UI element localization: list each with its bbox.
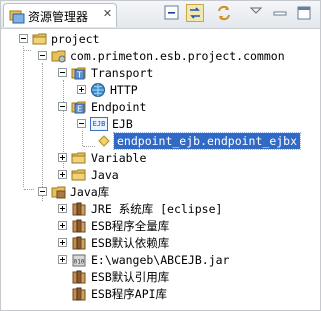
tree-item-esb-default-ref[interactable]: ESB默认引用库 [1, 269, 320, 286]
tree-label: ESB默认依赖库 [91, 236, 170, 250]
expand-toggle[interactable] [58, 221, 67, 230]
tree-item-http[interactable]: HTTP [1, 82, 320, 99]
collapse-toggle[interactable] [58, 102, 67, 111]
tree-label: EJB [112, 117, 133, 131]
tree-item-ejb[interactable]: EJB EJB [1, 116, 320, 133]
minimize-icon[interactable] [271, 4, 289, 22]
project-tree: project com.primeton.esb.project.common … [1, 29, 320, 310]
tree-label: ESB程序全量库 [91, 219, 170, 233]
link-with-editor-icon[interactable] [186, 4, 204, 22]
svg-text:T: T [76, 71, 82, 80]
tree-item-esb-api[interactable]: ESB程序API库 [1, 286, 320, 303]
tree-label: ESB程序API库 [91, 287, 168, 301]
endpoint-icon: E [71, 101, 86, 114]
close-icon[interactable]: ✕ [101, 7, 114, 20]
tree-label: E:\wangeb\ABCEJB.jar [91, 253, 230, 267]
tree-item-jre[interactable]: JRE 系统库 [eclipse] [1, 201, 320, 218]
collapse-toggle[interactable] [19, 34, 28, 43]
resource-explorer-icon [9, 10, 25, 24]
http-globe-icon [91, 83, 105, 97]
tree-item-jar[interactable]: 010 E:\wangeb\ABCEJB.jar [1, 252, 320, 269]
variable-folder-icon [71, 152, 86, 164]
tree-label: JRE 系统库 [eclipse] [91, 202, 223, 216]
tree-item-package[interactable]: com.primeton.esb.project.common [1, 48, 320, 65]
collapse-toggle[interactable] [38, 51, 47, 60]
tree-label: Endpoint [91, 100, 147, 114]
tree-label: Variable [91, 151, 147, 165]
tree-label: ESB默认引用库 [91, 270, 170, 284]
svg-text:010: 010 [74, 259, 85, 266]
tree-item-endpoint[interactable]: E Endpoint [1, 99, 320, 116]
tree-item-transport[interactable]: T Transport [1, 65, 320, 82]
tree-item-variable[interactable]: Variable [1, 150, 320, 167]
tree-label: Java库 [70, 185, 110, 199]
library-books-icon [72, 202, 86, 216]
expand-toggle[interactable] [58, 170, 67, 179]
tree-label: HTTP [110, 83, 138, 97]
collapse-toggle[interactable] [58, 68, 67, 77]
tree-item-endpoint-ejbx[interactable]: endpoint_ejb.endpoint_ejbx [1, 132, 320, 150]
view-title: 资源管理器 [28, 10, 89, 24]
tree-label: Transport [91, 66, 154, 80]
expand-toggle[interactable] [58, 238, 67, 247]
package-icon [51, 50, 66, 63]
library-books-icon [72, 287, 86, 301]
library-books-icon [72, 270, 86, 284]
project-folder-icon [32, 33, 47, 45]
svg-text:E: E [77, 105, 82, 114]
tree-label-selected: endpoint_ejb.endpoint_ejbx [112, 132, 302, 150]
tree-item-java-lib[interactable]: Java库 [1, 184, 320, 201]
maximize-icon[interactable] [295, 4, 313, 22]
collapse-toggle[interactable] [38, 187, 47, 196]
tree-item-java[interactable]: Java [1, 167, 320, 184]
expand-toggle[interactable] [58, 255, 67, 264]
tree-label: Java [91, 168, 119, 182]
view-title-bar: 资源管理器 ✕ [1, 1, 320, 29]
library-books-icon [72, 236, 86, 250]
jar-icon: 010 [72, 254, 86, 267]
tree-item-esb-default-dep[interactable]: ESB默认依赖库 [1, 235, 320, 252]
library-folder-icon [51, 186, 66, 199]
transport-icon: T [71, 67, 86, 80]
library-books-icon [72, 219, 86, 233]
tree-label: project [51, 32, 100, 46]
view-menu-icon[interactable] [247, 3, 265, 21]
diamond-icon [98, 135, 110, 147]
tree-label: com.primeton.esb.project.common [70, 49, 285, 63]
collapse-toggle[interactable] [77, 119, 86, 128]
resource-explorer-view: 资源管理器 ✕ project com.primeton.esb.project… [0, 0, 321, 311]
tree-item-project[interactable]: project [1, 31, 320, 48]
tree-item-esb-all[interactable]: ESB程序全量库 [1, 218, 320, 235]
sync-icon[interactable] [215, 4, 233, 22]
expand-toggle[interactable] [58, 204, 67, 213]
view-tab[interactable]: 资源管理器 ✕ [3, 3, 117, 27]
expand-toggle[interactable] [58, 153, 67, 162]
collapse-all-icon[interactable] [163, 4, 181, 22]
java-folder-icon [71, 169, 86, 181]
ejb-badge-icon: EJB [90, 117, 108, 131]
expand-toggle[interactable] [77, 85, 86, 94]
